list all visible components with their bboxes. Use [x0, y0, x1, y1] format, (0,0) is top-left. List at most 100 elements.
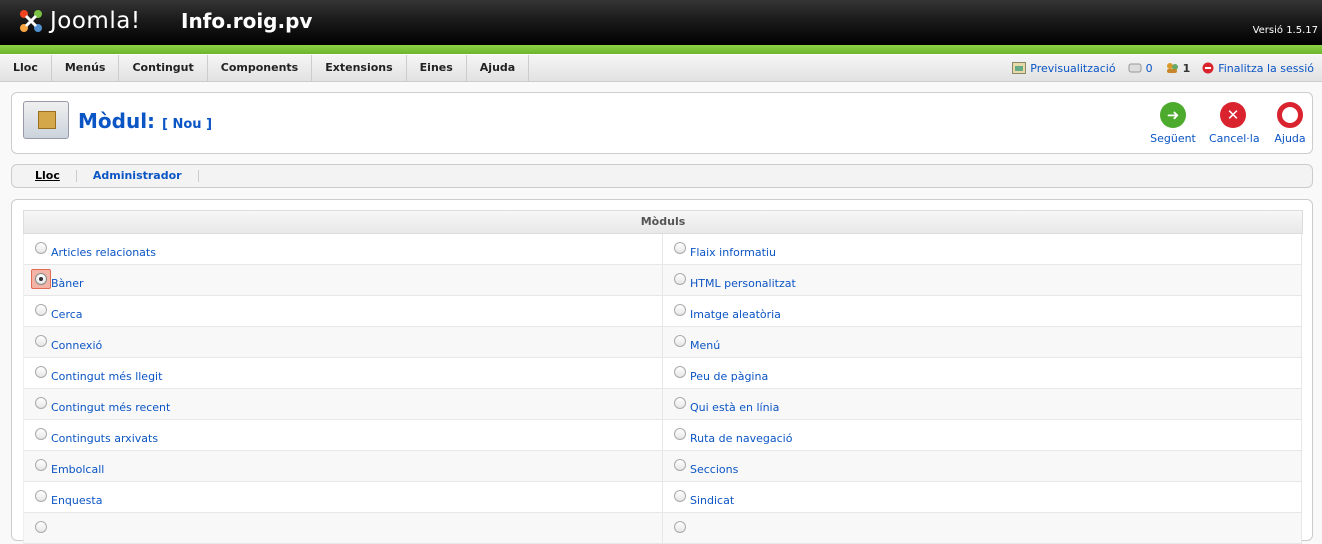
- module-option[interactable]: Embolcall: [24, 451, 663, 481]
- preview-link[interactable]: Previsualització: [1012, 62, 1116, 75]
- help-icon: [1277, 102, 1303, 128]
- users-status: 1: [1165, 62, 1190, 75]
- radio-button[interactable]: [674, 490, 686, 502]
- module-label[interactable]: HTML personalitzat: [690, 277, 796, 290]
- module-label[interactable]: Contingut més llegit: [51, 370, 162, 383]
- radio-button-selected[interactable]: [35, 273, 47, 285]
- help-button[interactable]: Ajuda: [1266, 102, 1314, 145]
- main-menu-bar: Lloc Menús Contingut Components Extensio…: [0, 54, 1322, 82]
- logout-icon: [1202, 62, 1214, 74]
- radio-button[interactable]: [674, 304, 686, 316]
- messages-status[interactable]: 0: [1128, 62, 1153, 75]
- module-label[interactable]: Contingut més recent: [51, 401, 170, 414]
- radio-button[interactable]: [35, 304, 47, 316]
- radio-button[interactable]: [674, 459, 686, 471]
- module-label[interactable]: Peu de pàgina: [690, 370, 768, 383]
- radio-button[interactable]: [35, 397, 47, 409]
- table-row: Continguts arxivats Ruta de navegació: [24, 420, 1302, 451]
- module-label[interactable]: Continguts arxivats: [51, 432, 158, 445]
- radio-button[interactable]: [35, 459, 47, 471]
- table-row: Enquesta Sindicat: [24, 482, 1302, 513]
- module-label[interactable]: Embolcall: [51, 463, 104, 476]
- cancel-button[interactable]: ✕ Cancel·la: [1209, 102, 1260, 145]
- toolbar-box: Mòdul: [ Nou ] ➜ Següent ✕ Cancel·la Aju…: [11, 92, 1313, 154]
- radio-button[interactable]: [674, 273, 686, 285]
- module-option[interactable]: Imatge aleatòria: [663, 296, 1302, 326]
- module-list-panel: Mòduls Articles relacionats Flaix inform…: [11, 199, 1313, 544]
- module-label[interactable]: Cerca: [51, 308, 83, 321]
- module-option[interactable]: Contingut més llegit: [24, 358, 663, 388]
- module-option[interactable]: Connexió: [24, 327, 663, 357]
- menu-content[interactable]: Contingut: [119, 55, 208, 81]
- radio-button[interactable]: [35, 335, 47, 347]
- radio-button[interactable]: [35, 242, 47, 254]
- module-option[interactable]: Continguts arxivats: [24, 420, 663, 450]
- module-icon: [23, 101, 69, 139]
- module-option[interactable]: [24, 513, 663, 543]
- next-label: Següent: [1150, 132, 1196, 145]
- module-option[interactable]: Qui està en línia: [663, 389, 1302, 419]
- page-title-sub: [ Nou ]: [162, 117, 213, 132]
- table-row: Embolcall Seccions: [24, 451, 1302, 482]
- next-button[interactable]: ➜ Següent: [1149, 102, 1197, 145]
- module-option[interactable]: Menú: [663, 327, 1302, 357]
- module-label[interactable]: Enquesta: [51, 494, 102, 507]
- menu-site[interactable]: Lloc: [0, 55, 52, 81]
- module-label[interactable]: Imatge aleatòria: [690, 308, 781, 321]
- module-label[interactable]: Menú: [690, 339, 720, 352]
- radio-button[interactable]: [674, 242, 686, 254]
- site-name: Info.roig.pv: [181, 9, 313, 33]
- joomla-icon: [20, 10, 42, 32]
- messages-count: 0: [1145, 61, 1153, 75]
- module-option[interactable]: Peu de pàgina: [663, 358, 1302, 388]
- users-icon: [1166, 63, 1178, 73]
- radio-button[interactable]: [35, 428, 47, 440]
- module-option[interactable]: [663, 513, 1302, 543]
- menu-menus[interactable]: Menús: [52, 55, 120, 81]
- tab-site[interactable]: Lloc: [12, 170, 77, 182]
- page-title-main: Mòdul:: [78, 109, 156, 133]
- radio-button[interactable]: [674, 521, 686, 533]
- table-row: Cerca Imatge aleatòria: [24, 296, 1302, 327]
- radio-button[interactable]: [674, 397, 686, 409]
- module-label[interactable]: Flaix informatiu: [690, 246, 776, 259]
- menu-tools[interactable]: Eines: [407, 55, 467, 81]
- module-label[interactable]: Seccions: [690, 463, 738, 476]
- module-option[interactable]: Enquesta: [24, 482, 663, 512]
- preview-icon: [1012, 62, 1027, 74]
- module-label[interactable]: Sindicat: [690, 494, 734, 507]
- radio-button[interactable]: [674, 428, 686, 440]
- module-label[interactable]: Bàner: [51, 277, 84, 290]
- module-option[interactable]: Flaix informatiu: [663, 234, 1302, 264]
- client-tabs: Lloc Administrador: [11, 164, 1313, 188]
- module-option[interactable]: Bàner: [24, 265, 663, 295]
- module-label[interactable]: Qui està en línia: [690, 401, 779, 414]
- radio-button[interactable]: [35, 366, 47, 378]
- module-option[interactable]: Contingut més recent: [24, 389, 663, 419]
- module-option[interactable]: Sindicat: [663, 482, 1302, 512]
- status-bar: Previsualització 0 1 Finalitza la sessió: [1012, 55, 1314, 81]
- logout-link[interactable]: Finalitza la sessió: [1202, 62, 1314, 75]
- module-option[interactable]: HTML personalitzat: [663, 265, 1302, 295]
- radio-button[interactable]: [674, 366, 686, 378]
- cancel-label: Cancel·la: [1209, 132, 1260, 145]
- radio-button[interactable]: [674, 335, 686, 347]
- next-icon: ➜: [1160, 102, 1186, 128]
- menu-components[interactable]: Components: [208, 55, 313, 81]
- module-label[interactable]: Connexió: [51, 339, 102, 352]
- module-option[interactable]: Seccions: [663, 451, 1302, 481]
- radio-button[interactable]: [35, 490, 47, 502]
- menu-extensions[interactable]: Extensions: [312, 55, 407, 81]
- cancel-icon: ✕: [1220, 102, 1246, 128]
- menu-help[interactable]: Ajuda: [467, 55, 530, 81]
- module-label[interactable]: Ruta de navegació: [690, 432, 792, 445]
- module-option[interactable]: Articles relacionats: [24, 234, 663, 264]
- module-option[interactable]: Ruta de navegació: [663, 420, 1302, 450]
- modules-header: Mòduls: [23, 210, 1303, 234]
- module-label[interactable]: Articles relacionats: [51, 246, 156, 259]
- admin-header: Joomla! Info.roig.pv Versió 1.5.17: [0, 0, 1322, 54]
- page-title: Mòdul: [ Nou ]: [78, 109, 212, 133]
- module-option[interactable]: Cerca: [24, 296, 663, 326]
- radio-button[interactable]: [35, 521, 47, 533]
- tab-administrator[interactable]: Administrador: [77, 170, 199, 182]
